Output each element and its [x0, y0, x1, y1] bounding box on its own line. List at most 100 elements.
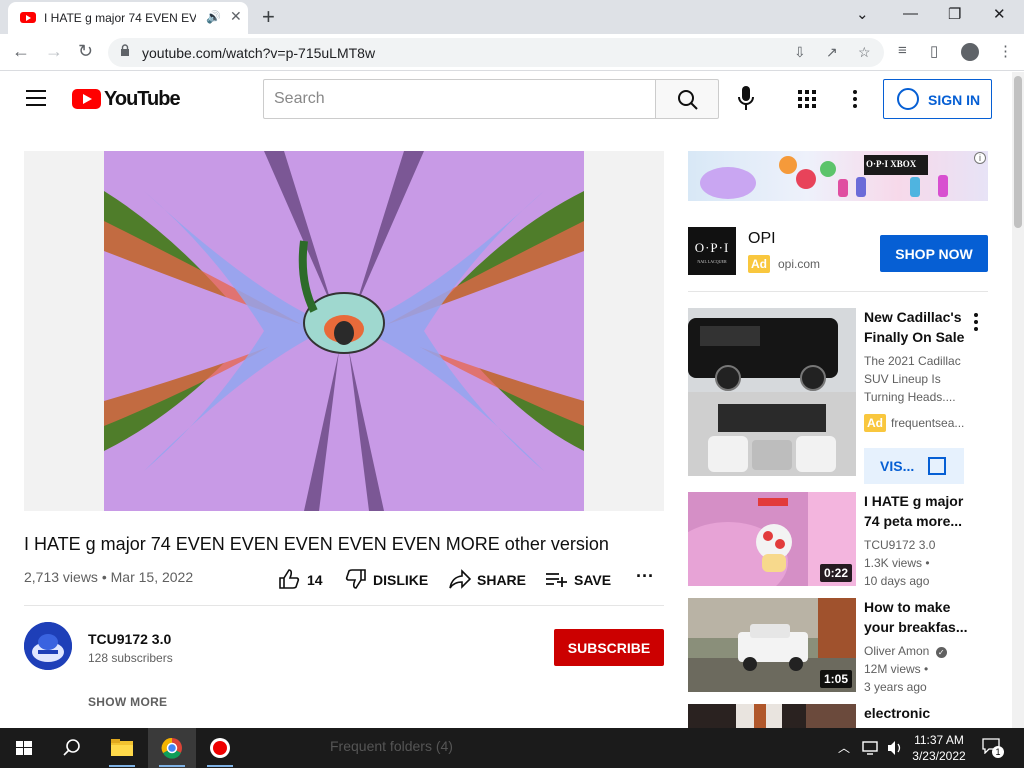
address-bar[interactable]: youtube.com/watch?v=p-715uLMT8w ⇩ ↗ ☆: [108, 38, 884, 67]
channel-avatar-image: [24, 622, 72, 670]
sign-in-label: SIGN IN: [928, 92, 981, 108]
lock-icon: [121, 44, 129, 56]
video-title: I HATE g major 74 EVEN EVEN EVEN EVEN EV…: [24, 534, 609, 554]
ad-banner-image[interactable]: O·P·I XBOX: [688, 151, 988, 201]
subscribe-button[interactable]: SUBSCRIBE: [554, 629, 664, 666]
promoted-thumbnail[interactable]: [688, 308, 856, 476]
promoted-description: The 2021 Cadillac SUV Lineup Is Turning …: [864, 354, 961, 404]
tab-search-icon[interactable]: ⌄: [856, 5, 869, 23]
side-panel-icon[interactable]: ▯: [930, 42, 938, 60]
windows-logo-icon: [16, 741, 32, 755]
meta-separator: •: [101, 569, 111, 585]
restore-button[interactable]: ❐: [948, 5, 961, 23]
video-duration: 1:05: [819, 670, 852, 688]
media-queue-icon[interactable]: ≡: [898, 42, 907, 59]
promoted-thumbnail-image: [688, 308, 856, 476]
jump-list-ghost-text: Frequent folders (4): [330, 738, 453, 754]
microphone-icon[interactable]: [738, 86, 754, 112]
dislike-label: DISLIKE: [373, 572, 429, 588]
share-icon[interactable]: ↗: [826, 44, 838, 61]
system-clock[interactable]: 11:37 AM 3/23/2022: [906, 732, 972, 764]
close-window-button[interactable]: ✕: [993, 5, 1006, 23]
view-count: 2,713 views: [24, 569, 98, 585]
divider: [24, 605, 664, 606]
related-thumbnail[interactable]: 0:22: [688, 492, 856, 586]
related-thumbnail[interactable]: [688, 704, 856, 728]
clock-time: 11:37 AM: [914, 733, 964, 747]
back-button[interactable]: ←: [12, 41, 30, 62]
verified-check-icon: ✓: [935, 647, 947, 658]
more-actions-icon[interactable]: ···: [636, 566, 654, 587]
chrome-menu-icon[interactable]: ⋮: [998, 42, 1013, 60]
promoted-more-icon[interactable]: [974, 313, 978, 334]
search-input[interactable]: [263, 79, 656, 119]
video-meta: 2,713 views • Mar 15, 2022: [24, 569, 193, 585]
new-tab-button[interactable]: +: [262, 4, 275, 30]
related-thumbnail[interactable]: 1:05: [688, 598, 856, 692]
reload-button[interactable]: ↻: [78, 41, 93, 62]
external-link-icon: [928, 457, 946, 475]
file-explorer-icon[interactable]: [98, 728, 146, 768]
advertiser-logo[interactable]: O·P·I NAIL LACQUER: [688, 227, 736, 275]
install-icon[interactable]: ⇩: [794, 44, 806, 61]
related-channel: TCU9172 3.0: [864, 538, 936, 552]
save-label: SAVE: [574, 572, 612, 588]
ad-badge: Ad: [748, 255, 770, 273]
search-button[interactable]: [48, 728, 96, 768]
url-text: youtube.com/watch?v=p-715uLMT8w: [142, 45, 376, 61]
promoted-title[interactable]: New Cadillac's Finally On Sale: [864, 307, 968, 347]
scrollbar-thumb[interactable]: [1014, 76, 1022, 228]
start-button[interactable]: [0, 728, 48, 768]
show-hidden-icons[interactable]: ︿: [838, 739, 850, 756]
thumbs-down-icon: [345, 569, 366, 589]
sign-in-button[interactable]: SIGN IN: [883, 79, 992, 119]
ad-banner-art: [700, 155, 948, 199]
promoted-ad-badge: Ad: [864, 414, 886, 432]
minimize-button[interactable]: —: [903, 5, 918, 22]
channel-name[interactable]: TCU9172 3.0: [88, 631, 171, 647]
share-arrow-icon: [449, 569, 471, 589]
related-age: 10 days ago: [864, 574, 930, 588]
hamburger-menu-icon[interactable]: [26, 90, 46, 106]
windows-taskbar: Frequent folders (4) ︿ 11:37 AM 3/23/202…: [0, 728, 1024, 768]
channel-avatar[interactable]: [24, 622, 72, 670]
related-views: 1.3K views •: [864, 556, 930, 570]
visit-site-button[interactable]: VIS...: [864, 448, 964, 484]
video-player[interactable]: [24, 151, 664, 511]
ad-info-icon[interactable]: i: [974, 152, 986, 164]
page-scrollbar[interactable]: [1012, 72, 1024, 728]
browser-toolbar: ← → ↻ youtube.com/watch?v=p-715uLMT8w ⇩ …: [0, 34, 1024, 71]
search-icon: [678, 90, 698, 110]
related-title[interactable]: I HATE g major 74 peta more...: [864, 491, 968, 531]
subscriber-count: 128 subscribers: [88, 651, 173, 665]
speaker-icon[interactable]: 🔊: [206, 10, 221, 24]
forward-button[interactable]: →: [45, 41, 63, 62]
settings-kebab-icon[interactable]: [853, 90, 857, 111]
tab-title: I HATE g major 74 EVEN EVE: [44, 11, 196, 25]
related-views: 12M views •: [864, 662, 929, 676]
related-thumbnail-image: [688, 704, 856, 728]
youtube-wordmark: YouTube: [104, 88, 181, 110]
recorder-icon[interactable]: [196, 728, 244, 768]
related-channel: Oliver Amon ✓: [864, 644, 947, 658]
chrome-taskbar-icon[interactable]: [148, 728, 196, 768]
browser-tab[interactable]: I HATE g major 74 EVEN EVE 🔊 ✕: [8, 2, 248, 34]
related-title[interactable]: electronic: [864, 703, 968, 723]
network-icon[interactable]: [862, 740, 880, 756]
advertiser-domain: opi.com: [778, 257, 821, 271]
profile-avatar-icon[interactable]: [961, 43, 979, 61]
ad-banner-text: O·P·I XBOX: [866, 159, 917, 169]
related-title[interactable]: How to make your breakfas...: [864, 597, 968, 637]
shop-now-button[interactable]: SHOP NOW: [880, 235, 988, 272]
notification-center-icon[interactable]: 1: [982, 738, 1004, 758]
search-button[interactable]: [655, 79, 719, 119]
apps-grid-icon[interactable]: [798, 90, 816, 108]
advertiser-logo-text: O·P·I: [694, 240, 730, 255]
volume-icon[interactable]: [886, 740, 904, 756]
advertiser-logo-subtext: NAIL LACQUER: [697, 259, 727, 264]
video-duration: 0:22: [819, 564, 852, 582]
bookmark-star-icon[interactable]: ☆: [858, 44, 871, 61]
tab-close-icon[interactable]: ✕: [230, 8, 242, 25]
show-more-button[interactable]: SHOW MORE: [88, 695, 167, 709]
advertiser-name[interactable]: OPI: [748, 230, 776, 248]
